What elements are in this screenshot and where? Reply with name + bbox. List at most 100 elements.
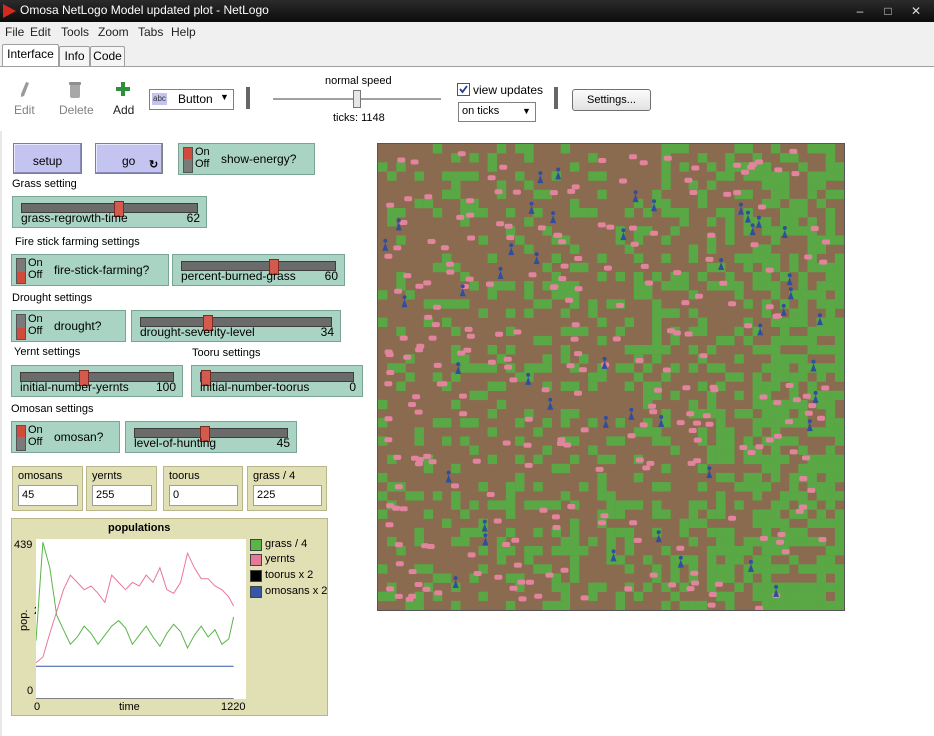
grass-patch bbox=[378, 591, 388, 602]
grass-patch bbox=[560, 308, 571, 318]
grass-patch bbox=[825, 189, 836, 200]
percent-burned-grass-slider[interactable]: percent-burned-grass 60 bbox=[172, 254, 345, 286]
switch-state: On Off bbox=[28, 257, 43, 281]
level-of-hunting-slider[interactable]: level-of-hunting 45 bbox=[125, 421, 297, 453]
yernt-agent bbox=[639, 160, 648, 166]
grass-patch bbox=[414, 600, 424, 610]
initial-number-toorus-slider[interactable]: initial-number-toorus 0 bbox=[191, 365, 363, 397]
view-updates-checkbox[interactable] bbox=[457, 83, 470, 96]
grass-patch bbox=[588, 536, 598, 547]
yernt-agent bbox=[567, 504, 576, 509]
drought-switch[interactable]: On Off drought? bbox=[11, 310, 126, 342]
menu-tabs[interactable]: Tabs bbox=[138, 25, 163, 39]
close-window-button[interactable]: ✕ bbox=[904, 3, 928, 19]
grass-patch bbox=[524, 500, 534, 510]
legend-label: toorus x 2 bbox=[265, 569, 314, 581]
yernt-agent bbox=[464, 326, 473, 332]
fire-stick-farming-switch[interactable]: On Off fire-stick-farming? bbox=[11, 254, 169, 286]
grass-patch bbox=[697, 381, 708, 391]
grass-patch bbox=[834, 472, 844, 483]
grass-patch bbox=[798, 372, 808, 382]
maximize-button[interactable]: □ bbox=[876, 3, 900, 19]
drought-severity-slider[interactable]: drought-severity-level 34 bbox=[131, 310, 341, 342]
omosan-agent bbox=[749, 559, 753, 564]
menu-edit[interactable]: Edit bbox=[30, 25, 51, 39]
switch-toggle[interactable] bbox=[183, 147, 193, 173]
yernt-agent bbox=[427, 239, 436, 244]
grass-patch bbox=[825, 555, 836, 565]
yernt-agent bbox=[466, 212, 475, 218]
minimize-button[interactable]: – bbox=[848, 3, 872, 19]
yernt-agent bbox=[580, 595, 589, 601]
go-button[interactable]: go ↻ bbox=[95, 143, 163, 174]
grass-patch bbox=[816, 518, 826, 528]
yernt-agent bbox=[624, 586, 633, 592]
omosan-switch[interactable]: On Off omosan? bbox=[11, 421, 120, 453]
grass-patch bbox=[524, 363, 534, 373]
yernt-agent bbox=[465, 276, 474, 282]
grass-patch bbox=[743, 472, 753, 483]
switch-toggle[interactable] bbox=[16, 258, 26, 284]
world-view[interactable] bbox=[377, 143, 845, 611]
grass-patch bbox=[432, 262, 443, 273]
grass-patch bbox=[789, 472, 799, 483]
widget-type-select[interactable]: abc Button ▼ bbox=[149, 89, 234, 110]
update-mode-select[interactable]: on ticks ▼ bbox=[458, 102, 536, 122]
grass-patch bbox=[652, 345, 662, 355]
speed-slider-thumb[interactable] bbox=[353, 90, 361, 108]
show-energy-switch[interactable]: On Off show-energy? bbox=[178, 143, 315, 175]
grass-patch bbox=[451, 299, 461, 309]
grass-patch bbox=[588, 208, 598, 218]
yernt-agent bbox=[556, 441, 565, 446]
menu-help[interactable]: Help bbox=[171, 25, 196, 39]
grass-patch bbox=[387, 217, 397, 227]
grass-patch bbox=[670, 308, 680, 318]
grass-patch bbox=[780, 363, 790, 373]
switch-toggle[interactable] bbox=[16, 314, 26, 340]
grass-patch bbox=[825, 271, 836, 282]
yernt-agent bbox=[459, 393, 467, 399]
grass-regrowth-slider[interactable]: grass-regrowth-time 62 bbox=[12, 196, 207, 228]
grass-patch bbox=[588, 418, 598, 428]
delete-button[interactable]: Delete bbox=[57, 79, 94, 119]
initial-number-yernts-slider[interactable]: initial-number-yernts 100 bbox=[11, 365, 183, 397]
grass-patch bbox=[798, 591, 808, 602]
grass-patch bbox=[378, 509, 388, 519]
menu-tools[interactable]: Tools bbox=[61, 25, 89, 39]
plus-icon bbox=[116, 82, 130, 96]
grass-patch bbox=[780, 217, 790, 227]
grass-patch bbox=[770, 226, 781, 236]
menu-zoom[interactable]: Zoom bbox=[98, 25, 129, 39]
x-tick-label: 1220 bbox=[221, 701, 246, 713]
grass-patch bbox=[807, 171, 817, 181]
speed-slider[interactable] bbox=[273, 90, 441, 108]
menu-file[interactable]: File bbox=[5, 25, 24, 39]
tab-interface[interactable]: Interface bbox=[2, 44, 59, 67]
grass-patch bbox=[770, 290, 781, 300]
yernt-agent bbox=[714, 581, 723, 587]
setup-button[interactable]: setup bbox=[13, 143, 82, 174]
yernt-agent bbox=[818, 537, 827, 543]
grass-patch bbox=[716, 527, 726, 538]
grass-patch bbox=[725, 546, 735, 556]
switch-toggle[interactable] bbox=[16, 425, 26, 451]
grass-patch bbox=[405, 491, 415, 501]
grass-patch bbox=[633, 591, 644, 602]
yernt-agent bbox=[616, 302, 625, 308]
tab-info[interactable]: Info bbox=[59, 46, 90, 66]
add-button[interactable]: Add bbox=[110, 79, 136, 119]
edit-button[interactable]: Edit bbox=[12, 79, 38, 119]
yernt-agent bbox=[755, 444, 764, 450]
slider-value: 100 bbox=[155, 380, 176, 394]
settings-button[interactable]: Settings... bbox=[572, 89, 651, 111]
tab-code[interactable]: Code bbox=[90, 46, 125, 66]
switch-label: show-energy? bbox=[221, 152, 297, 166]
grass-patch bbox=[679, 162, 689, 172]
yernt-agent bbox=[526, 579, 534, 585]
slider-label: percent-burned-grass bbox=[181, 269, 296, 283]
grass-patch bbox=[816, 491, 826, 501]
grass-patch bbox=[524, 290, 534, 300]
grass-patch bbox=[661, 253, 671, 263]
grass-patch bbox=[524, 244, 534, 254]
omosan-agent bbox=[738, 202, 743, 207]
